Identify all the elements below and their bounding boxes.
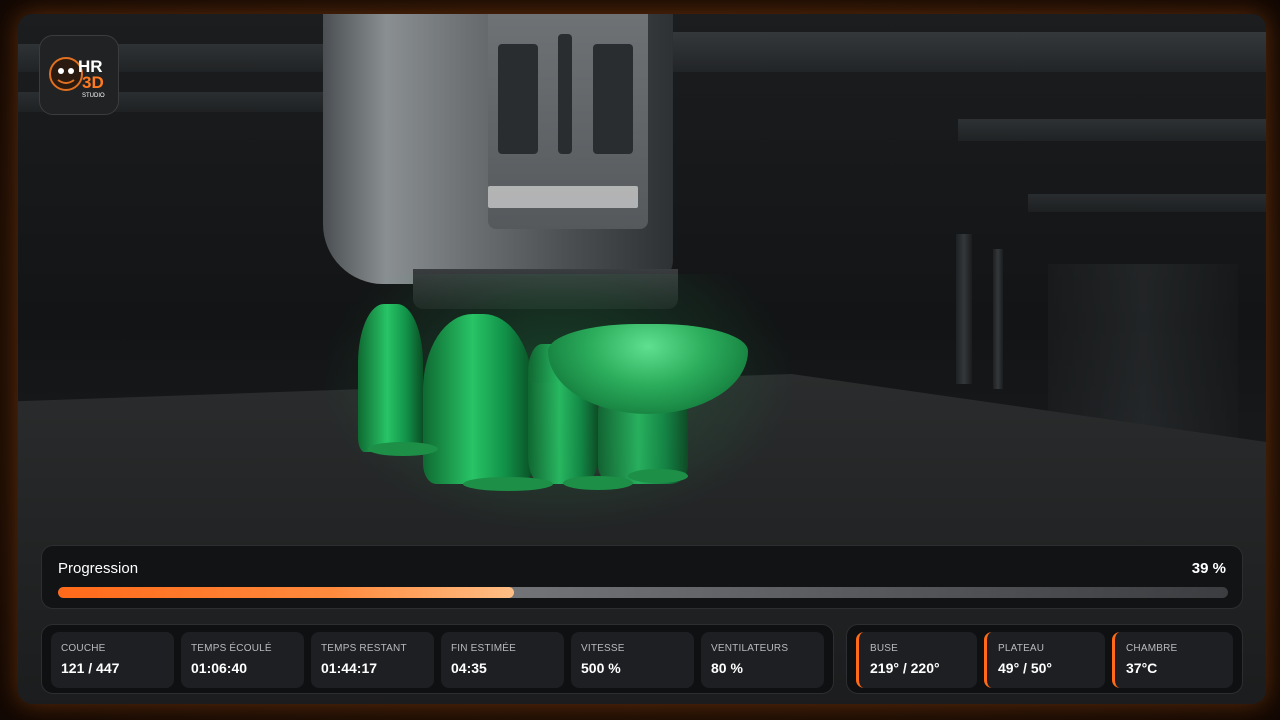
print-foot — [563, 476, 633, 490]
print-stats-panel: COUCHE 121 / 447 TEMPS ÉCOULÉ 01:06:40 T… — [41, 624, 834, 694]
stat-label: TEMPS ÉCOULÉ — [191, 643, 272, 654]
stat-value: 49° / 50° — [998, 660, 1053, 676]
stat-value: 01:06:40 — [191, 660, 248, 676]
stat-value: 219° / 220° — [870, 660, 940, 676]
stat-layer: COUCHE 121 / 447 — [51, 632, 174, 688]
z-screw — [956, 234, 972, 384]
stat-value: 01:44:17 — [321, 660, 378, 676]
stat-label: TEMPS RESTANT — [321, 643, 407, 654]
toolhead-slot — [558, 34, 572, 154]
print-foot — [368, 442, 438, 456]
progress-panel: Progression 39 % — [41, 545, 1243, 609]
stat-fans: VENTILATEURS 80 % — [701, 632, 824, 688]
logo-text-bottom: 3D — [82, 73, 104, 92]
gantry-rail-right-3 — [1028, 194, 1266, 212]
progress-bar-fill — [58, 587, 515, 598]
gantry-rail-right — [658, 32, 1266, 72]
print-part — [358, 304, 423, 452]
stat-label: FIN ESTIMÉE — [451, 643, 516, 654]
stat-label: CHAMBRE — [1126, 643, 1178, 654]
temp-bed: PLATEAU 49° / 50° — [984, 632, 1105, 688]
stat-value: 80 % — [711, 660, 743, 676]
progress-bar — [58, 587, 1228, 598]
stat-speed: VITESSE 500 % — [571, 632, 694, 688]
hr3d-logo: HR 3D STUDIO — [39, 35, 119, 115]
stat-label: COUCHE — [61, 643, 106, 654]
stat-label: VITESSE — [581, 643, 625, 654]
print-foot — [463, 477, 553, 491]
temperatures-panel: BUSE 219° / 220° PLATEAU 49° / 50° CHAMB… — [846, 624, 1243, 694]
gantry-rail-right-2 — [958, 119, 1266, 141]
mascot-logo-icon: HR 3D STUDIO — [49, 57, 105, 99]
logo-text-sub: STUDIO — [82, 93, 105, 99]
stat-value: 37°C — [1126, 660, 1158, 676]
z-rod — [993, 249, 1003, 389]
stat-remaining-time: TEMPS RESTANT 01:44:17 — [311, 632, 434, 688]
stat-estimated-end: FIN ESTIMÉE 04:35 — [441, 632, 564, 688]
stat-value: 04:35 — [451, 660, 487, 676]
toolhead-slot — [498, 44, 538, 154]
temp-chamber: CHAMBRE 37°C — [1112, 632, 1233, 688]
print-part — [423, 314, 533, 484]
stat-elapsed-time: TEMPS ÉCOULÉ 01:06:40 — [181, 632, 304, 688]
stat-value: 121 / 447 — [61, 660, 120, 676]
progress-percent: 39 % — [1191, 560, 1226, 577]
print-foot — [628, 469, 688, 483]
toolhead-slot — [593, 44, 633, 154]
stat-label: PLATEAU — [998, 643, 1045, 654]
progress-label: Progression — [58, 560, 139, 577]
toolhead-label-plate — [488, 186, 638, 208]
stat-label: BUSE — [870, 643, 899, 654]
temp-nozzle: BUSE 219° / 220° — [856, 632, 977, 688]
app-frame: HR 3D STUDIO Progression 39 % COUCHE 121… — [0, 0, 1280, 720]
stat-label: VENTILATEURS — [711, 643, 789, 654]
stat-value: 500 % — [581, 660, 621, 676]
